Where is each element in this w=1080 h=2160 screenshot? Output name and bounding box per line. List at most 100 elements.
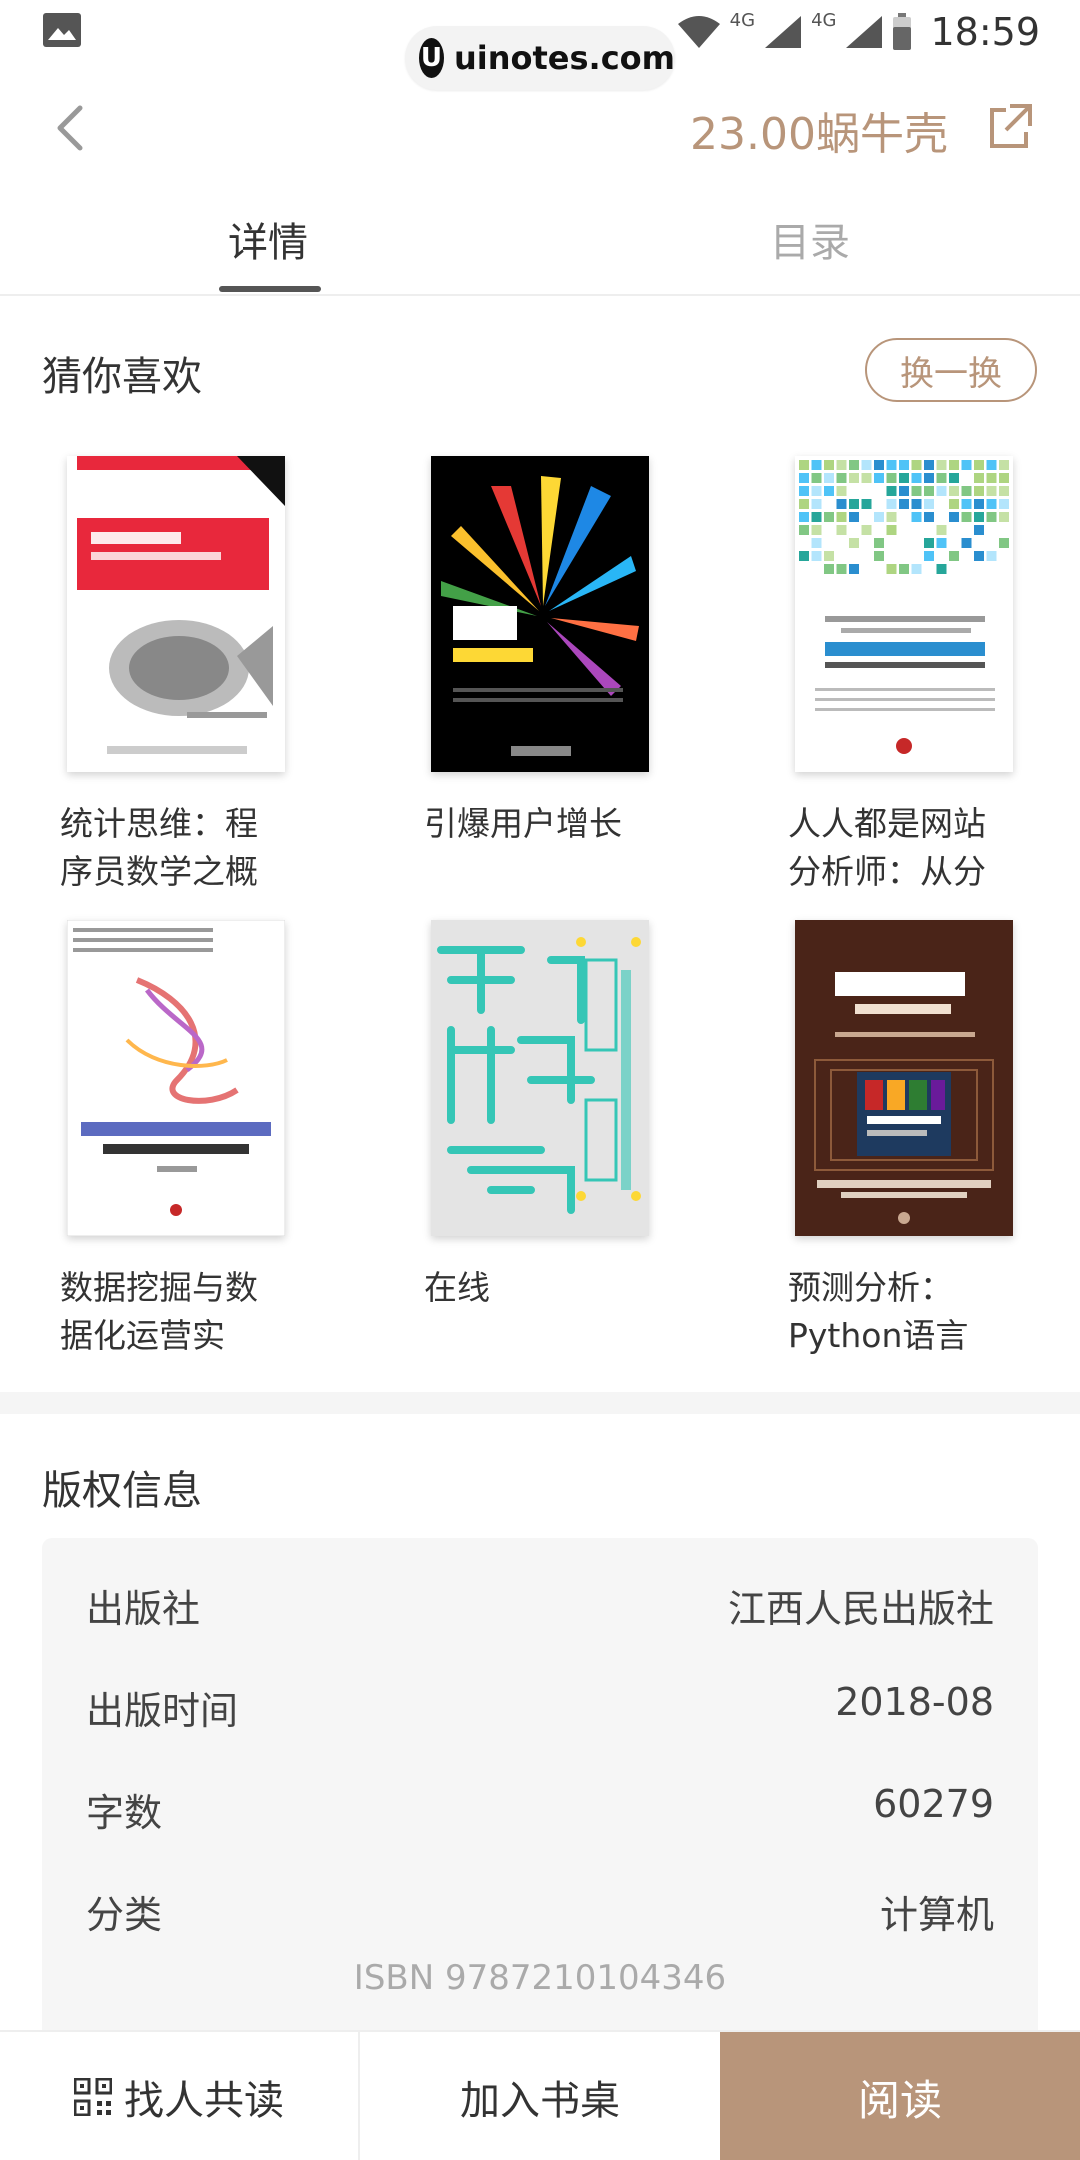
mosaic-tile bbox=[811, 486, 822, 496]
section-divider bbox=[0, 1392, 1080, 1414]
mosaic-tile bbox=[824, 460, 834, 470]
status-icons: 4G 4G 18:59 bbox=[676, 6, 1040, 58]
mosaic-tile bbox=[849, 564, 859, 574]
info-label: 字数 bbox=[86, 1791, 163, 1835]
mosaic-tile bbox=[949, 551, 959, 561]
mosaic-tile bbox=[836, 486, 847, 496]
mosaic-tile bbox=[936, 473, 947, 483]
info-value: 计算机 bbox=[879, 1893, 994, 1937]
mosaic-tile bbox=[974, 499, 984, 509]
mosaic-tile bbox=[986, 499, 997, 509]
mosaic-tile bbox=[849, 512, 859, 522]
mosaic-tile bbox=[836, 499, 847, 509]
info-label: 分类 bbox=[86, 1893, 163, 1937]
info-value: 60279 bbox=[873, 1782, 994, 1826]
copyright-title: 版权信息 bbox=[42, 1468, 202, 1514]
share-icon[interactable] bbox=[984, 100, 1034, 154]
bottom-action-bar: 找人共读 加入书桌 阅读 bbox=[0, 2030, 1080, 2160]
mosaic-tile bbox=[886, 473, 897, 483]
mosaic-tile bbox=[799, 499, 809, 509]
chevron-left-icon[interactable] bbox=[46, 98, 96, 158]
book-cover[interactable] bbox=[431, 456, 649, 772]
mosaic-tile bbox=[824, 486, 834, 496]
mosaic-tile bbox=[974, 486, 984, 496]
mosaic-tile bbox=[874, 512, 884, 522]
mosaic-tile bbox=[824, 551, 834, 561]
swap-button[interactable]: 换一换 bbox=[865, 338, 1037, 402]
mosaic-tile bbox=[924, 551, 934, 561]
uinotes-logo-icon: U bbox=[419, 38, 444, 78]
mosaic-tile bbox=[886, 499, 897, 509]
book-title: 统计思维：程序员数学之概 bbox=[60, 804, 258, 891]
book-item[interactable]: 人人都是网站分析师：从分 bbox=[788, 456, 1048, 896]
mosaic-tile bbox=[949, 486, 959, 496]
book-cover[interactable] bbox=[67, 456, 285, 772]
copyright-info-box: 出版社 江西人民出版社 出版时间 2018-08 字数 60279 分类 计算机… bbox=[42, 1538, 1038, 2058]
book-cover[interactable] bbox=[431, 920, 649, 1236]
mosaic-tile bbox=[974, 551, 984, 561]
mosaic-tile bbox=[936, 525, 947, 535]
book-item[interactable]: 数据挖掘与数据化运营实 bbox=[60, 920, 320, 1360]
mosaic-tile bbox=[811, 499, 822, 509]
mosaic-tile bbox=[949, 473, 959, 483]
mosaic-tile bbox=[849, 473, 859, 483]
mosaic-tile bbox=[836, 525, 847, 535]
mosaic-tile bbox=[924, 538, 934, 548]
mosaic-tile bbox=[799, 551, 809, 561]
mosaic-tile bbox=[874, 538, 884, 548]
read-button[interactable]: 阅读 bbox=[720, 2032, 1080, 2160]
add-to-desk-button[interactable]: 加入书桌 bbox=[360, 2032, 720, 2160]
mosaic-tile bbox=[961, 512, 972, 522]
book-item[interactable]: 在线 bbox=[424, 920, 684, 1360]
book-item[interactable]: 统计思维：程序员数学之概 bbox=[60, 456, 320, 896]
mosaic-tile bbox=[936, 460, 947, 470]
header: 23.00蜗牛壳 bbox=[0, 80, 1080, 180]
book-title: 在线 bbox=[424, 1268, 490, 1307]
copyright-section: 版权信息 出版社 江西人民出版社 出版时间 2018-08 字数 60279 分… bbox=[0, 1414, 1080, 2058]
mosaic-tile bbox=[936, 538, 947, 548]
mosaic-tile bbox=[949, 499, 959, 509]
mosaic-tile bbox=[799, 512, 809, 522]
recommend-title: 猜你喜欢 bbox=[42, 354, 202, 400]
mosaic-tile bbox=[874, 551, 884, 561]
tab-detail[interactable]: 详情 bbox=[228, 210, 308, 268]
mosaic-tile bbox=[811, 460, 822, 470]
gallery-icon bbox=[43, 13, 81, 47]
mosaic-tile bbox=[849, 538, 859, 548]
mosaic-tile bbox=[899, 460, 909, 470]
book-title: 预测分析：Python语言实 bbox=[788, 1268, 969, 1355]
network-label-2: 4G bbox=[811, 9, 837, 31]
mosaic-tile bbox=[811, 538, 822, 548]
watermark-text: uinotes.com bbox=[453, 39, 675, 77]
mosaic-tile bbox=[836, 460, 847, 470]
book-item[interactable]: 引爆用户增长 bbox=[424, 456, 684, 896]
mosaic-tile bbox=[911, 564, 922, 574]
mosaic-tile bbox=[924, 460, 934, 470]
mosaic-tile bbox=[799, 525, 809, 535]
mosaic-tile bbox=[849, 460, 859, 470]
book-item[interactable]: 预测分析：Python语言实 bbox=[788, 920, 1048, 1360]
find-coreader-button[interactable]: 找人共读 bbox=[0, 2032, 360, 2160]
mosaic-tile bbox=[886, 512, 897, 522]
book-cover[interactable] bbox=[795, 456, 1013, 772]
clock: 18:59 bbox=[930, 10, 1040, 54]
mosaic-tile bbox=[886, 525, 897, 535]
mosaic-tile bbox=[824, 564, 834, 574]
mosaic-tile bbox=[861, 473, 872, 483]
mosaic-tile bbox=[986, 460, 997, 470]
mosaic-tile bbox=[836, 473, 847, 483]
info-label: 出版时间 bbox=[86, 1689, 239, 1733]
mosaic-tile bbox=[949, 512, 959, 522]
mosaic-tile bbox=[999, 473, 1009, 483]
battery-icon bbox=[893, 13, 912, 50]
mosaic-tile bbox=[824, 512, 834, 522]
tab-bar: 详情 目录 bbox=[0, 190, 1080, 296]
book-title: 引爆用户增长 bbox=[424, 804, 622, 843]
book-cover[interactable] bbox=[67, 920, 285, 1236]
tab-catalog[interactable]: 目录 bbox=[770, 210, 850, 268]
info-row-publisher: 出版社 江西人民出版社 bbox=[86, 1578, 994, 1638]
book-title: 数据挖掘与数据化运营实 bbox=[60, 1268, 258, 1355]
book-cover[interactable] bbox=[795, 920, 1013, 1236]
mosaic-tile bbox=[811, 551, 822, 561]
mosaic-tile bbox=[924, 499, 934, 509]
